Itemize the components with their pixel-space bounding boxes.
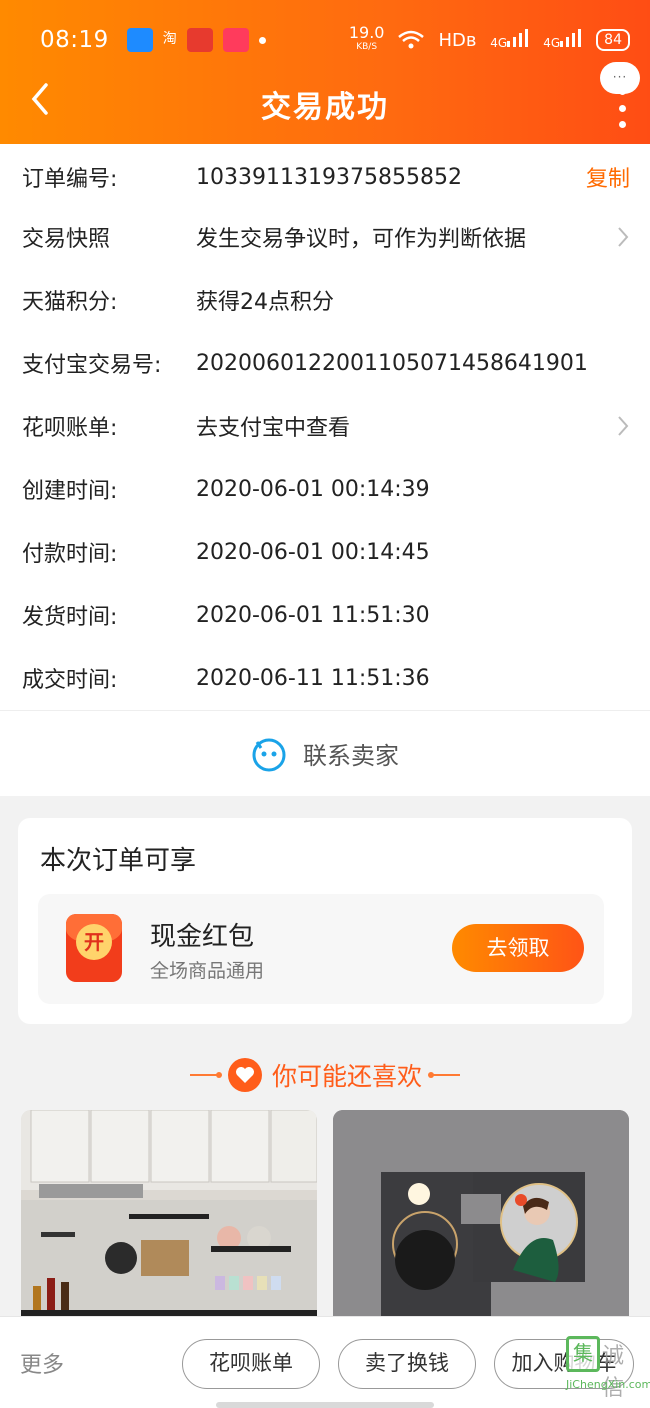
status-time: 08:19 [40, 27, 109, 53]
row-paid-time: 付款时间: 2020-06-01 00:14:45 [22, 522, 630, 582]
more-actions-button[interactable]: 更多 [20, 1347, 64, 1379]
row-completed-time: 成交时间: 2020-06-11 11:51:36 [22, 648, 630, 708]
row-created-time: 创建时间: 2020-06-01 00:14:39 [22, 459, 630, 519]
row-label: 天猫积分: [22, 290, 118, 315]
net-speed: 19.0 KB/S [349, 25, 385, 54]
row-alipay-number: 支付宝交易号: 2020060122001105071458641901 [22, 333, 630, 393]
row-value: 2020-06-11 11:51:36 [196, 665, 430, 691]
product-card-kitchen[interactable] [21, 1110, 317, 1320]
cash-redpacket-coupon: 开 现金红包 全场商品通用 去领取 [38, 894, 604, 1004]
app-icon-4 [222, 28, 249, 52]
notification-dot [258, 36, 266, 44]
status-bar: 08:19 淘 19.0 KB/S HDʙ 4G 4G 84 [40, 24, 630, 56]
row-label: 交易快照 [22, 227, 111, 252]
battery-indicator: 84 [596, 29, 630, 51]
row-value: 发生交易争议时，可作为判断依据 [196, 227, 527, 252]
row-value: 1033911319375855852 [196, 164, 462, 190]
row-order-number: 订单编号: 1033911319375855852 复制 [22, 147, 630, 207]
more-menu-button[interactable] [616, 88, 628, 128]
row-value: 2020060122001105071458641901 [196, 350, 588, 376]
row-label: 订单编号: [22, 167, 118, 192]
huabei-bill-button[interactable]: 花呗账单 [182, 1339, 320, 1389]
chat-face-icon [252, 738, 286, 771]
chevron-right-icon [618, 227, 629, 247]
divider-right [428, 1072, 460, 1078]
product-image [333, 1110, 629, 1320]
coupon-subtitle: 全场商品通用 [150, 960, 265, 982]
hd-label: HDʙ [438, 29, 477, 51]
benefit-title: 本次订单可享 [40, 846, 197, 876]
watermark-logo: 集 诚信 JiChengXin.com [526, 1322, 650, 1402]
wifi-icon [398, 30, 425, 49]
row-label: 发货时间: [22, 605, 118, 630]
recommend-header: 你可能还喜欢 [0, 1052, 650, 1098]
signal-2: 4G [543, 28, 582, 52]
signal-1-label: 4G [490, 35, 508, 50]
signal-bars-icon [560, 28, 582, 47]
contact-seller-button[interactable]: 联系卖家 [0, 710, 650, 796]
row-value: 获得24点积分 [196, 290, 334, 315]
nav-bar: 交易成功 [0, 72, 650, 136]
heart-icon [227, 1058, 262, 1092]
page-title: 交易成功 [261, 90, 389, 125]
order-info-panel: 订单编号: 1033911319375855852 复制 交易快照 发生交易争议… [0, 144, 650, 710]
row-label: 支付宝交易号: [22, 353, 162, 378]
row-label: 创建时间: [22, 479, 118, 504]
row-label: 花呗账单: [22, 416, 118, 441]
signal-bars-icon [507, 28, 529, 47]
row-value: 2020-06-01 11:51:30 [196, 602, 430, 628]
row-label: 付款时间: [22, 542, 118, 567]
chevron-right-icon [618, 416, 629, 436]
row-snapshot[interactable]: 交易快照 发生交易争议时，可作为判断依据 [22, 207, 630, 267]
divider-left [189, 1072, 222, 1078]
watermark-box: 集 [566, 1336, 600, 1372]
signal-2-label: 4G [543, 35, 561, 50]
recommend-title: 你可能还喜欢 [271, 1062, 422, 1091]
app-icon-3 [186, 28, 213, 52]
row-value: 2020-06-01 00:14:45 [196, 539, 430, 565]
resell-button[interactable]: 卖了换钱 [338, 1339, 476, 1389]
redpacket-icon: 开 [66, 914, 122, 982]
order-benefit-card: 本次订单可享 开 现金红包 全场商品通用 去领取 [18, 818, 632, 1024]
watermark-url: JiChengXin.com [566, 1378, 650, 1391]
notification-icons: 淘 [126, 28, 266, 52]
row-value: 去支付宝中查看 [196, 416, 351, 441]
contact-seller-label: 联系卖家 [303, 742, 399, 770]
row-value: 2020-06-01 00:14:39 [196, 476, 430, 502]
claim-button[interactable]: 去领取 [452, 924, 584, 972]
taobao-icon: 淘 [162, 31, 177, 47]
product-image [21, 1110, 317, 1320]
app-header: 08:19 淘 19.0 KB/S HDʙ 4G 4G 84 交易成功 ··· [0, 0, 650, 144]
row-label: 成交时间: [22, 668, 118, 693]
signal-1: 4G [490, 28, 529, 52]
row-points: 天猫积分: 获得24点积分 [22, 270, 630, 330]
status-right: 19.0 KB/S HDʙ 4G 4G 84 [349, 25, 630, 54]
home-indicator [216, 1402, 434, 1408]
redpacket-coin: 开 [76, 924, 112, 960]
copy-button[interactable]: 复制 [586, 161, 630, 193]
product-card-wall-lamp[interactable] [333, 1110, 629, 1320]
row-shipped-time: 发货时间: 2020-06-01 11:51:30 [22, 585, 630, 645]
row-huabei-bill[interactable]: 花呗账单: 去支付宝中查看 [22, 396, 630, 456]
net-speed-unit: KB/S [356, 42, 378, 52]
watermark-text: 诚信 [602, 1344, 625, 1401]
coupon-title: 现金红包 [150, 922, 255, 952]
message-bubble[interactable]: ··· [600, 62, 640, 94]
alipay-icon [126, 28, 153, 52]
